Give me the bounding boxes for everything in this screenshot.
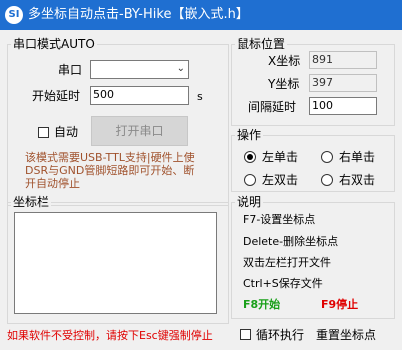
right-double-click-radio[interactable]	[321, 174, 333, 186]
operation-group-label: 操作	[235, 128, 264, 142]
mouse-position-label: 鼠标位置	[235, 37, 288, 51]
loop-checkbox[interactable]	[240, 329, 251, 340]
help-line-1: F7-设置坐标点	[243, 213, 316, 226]
serial-note-line-2: DSR与GND管脚短路即可开始、断	[25, 164, 195, 177]
window-title: 多坐标自动点击-BY-Hike【嵌入式.h】	[28, 7, 249, 22]
chevron-down-icon: ⌄	[176, 63, 185, 74]
coords-group-label: 坐标栏	[11, 195, 52, 209]
serial-group-label: 串口模式AUTO	[11, 37, 97, 51]
left-double-click-label: 左双击	[262, 173, 299, 187]
interval-label: 间隔延时	[248, 100, 297, 114]
serial-note: 该模式需要USB-TTL支持|硬件上使 DSR与GND管脚短路即可开始、断 开自…	[25, 151, 195, 190]
title-bar[interactable]: SI 多坐标自动点击-BY-Hike【嵌入式.h】	[0, 0, 402, 30]
right-double-click-label: 右双击	[339, 173, 376, 187]
app-window: SI 多坐标自动点击-BY-Hike【嵌入式.h】 串口模式AUTO 串口 ⌄ …	[0, 0, 402, 350]
start-delay-input[interactable]: 500	[90, 86, 189, 105]
serial-note-line-3: 开自动停止	[25, 177, 80, 190]
right-click-radio[interactable]	[321, 151, 333, 163]
right-click-label: 右单击	[339, 150, 376, 164]
y-coord-value: 397	[309, 74, 377, 92]
help-group-label: 说明	[235, 195, 264, 209]
interval-input[interactable]: 100	[309, 97, 377, 115]
start-delay-label: 开始延时	[32, 89, 81, 103]
left-click-radio[interactable]	[244, 151, 256, 163]
stop-hint: F9停止	[321, 298, 359, 311]
x-coord-value: 891	[309, 51, 377, 69]
start-hint: F8开始	[243, 298, 281, 311]
port-label: 串口	[58, 63, 83, 77]
y-coord-label: Y坐标	[268, 77, 300, 91]
x-coord-label: X坐标	[268, 54, 301, 68]
help-line-2: Delete-删除坐标点	[243, 235, 339, 248]
reset-coords-link[interactable]: 重置坐标点	[316, 328, 376, 342]
open-port-button[interactable]: 打开串口	[91, 116, 188, 146]
auto-label: 自动	[54, 125, 79, 139]
app-icon: SI	[5, 6, 23, 24]
coords-textarea[interactable]	[14, 212, 217, 314]
serial-note-line-1: 该模式需要USB-TTL支持|硬件上使	[25, 151, 195, 164]
left-click-label: 左单击	[262, 150, 299, 164]
force-stop-warning: 如果软件不受控制，请按下Esc键强制停止	[7, 329, 213, 342]
client-area: 串口模式AUTO 串口 ⌄ 开始延时 500 s 自动 打开串口 该模式需要US…	[0, 30, 402, 350]
help-line-3: 双击左栏打开文件	[243, 256, 331, 269]
port-select[interactable]: ⌄	[90, 60, 189, 79]
auto-checkbox[interactable]	[38, 127, 49, 138]
start-delay-unit: s	[197, 90, 203, 103]
left-double-click-radio[interactable]	[244, 174, 256, 186]
loop-label: 循环执行	[256, 328, 305, 342]
help-line-4: Ctrl+S保存文件	[243, 277, 323, 290]
